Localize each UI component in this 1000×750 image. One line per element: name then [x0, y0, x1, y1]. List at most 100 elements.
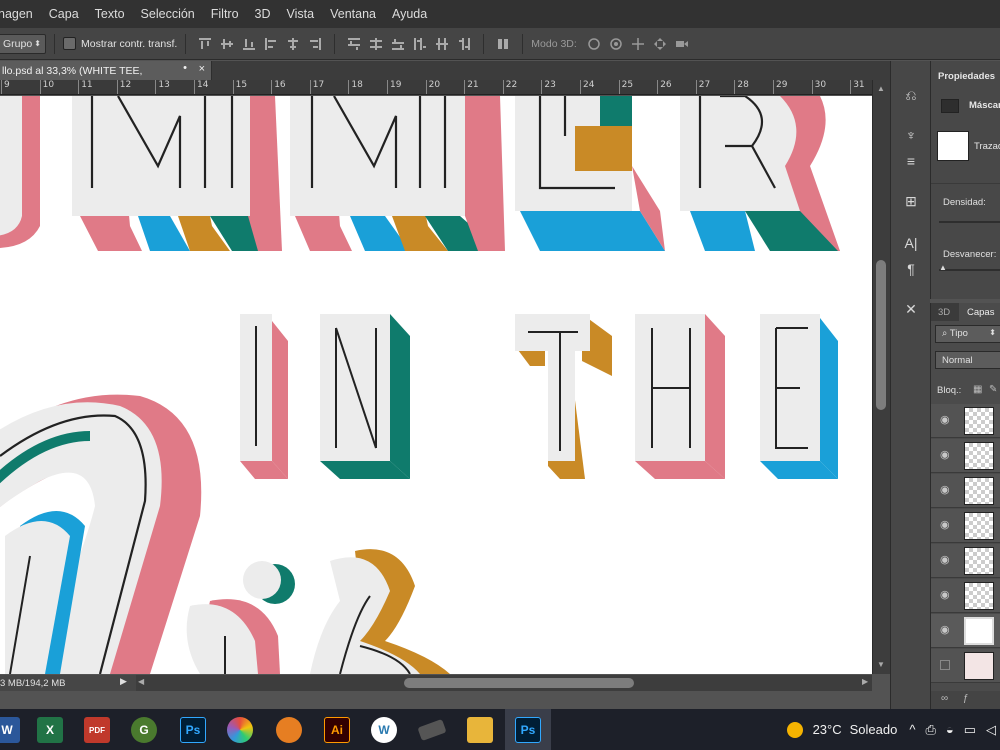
- menu-3d[interactable]: 3D: [247, 7, 279, 21]
- feather-slider[interactable]: [939, 269, 1000, 271]
- scroll-right-icon[interactable]: ▶: [862, 677, 868, 686]
- show-transform-checkbox[interactable]: [63, 37, 76, 50]
- lock-pixels-icon[interactable]: ✎: [989, 384, 997, 395]
- align-left-icon[interactable]: [264, 37, 278, 51]
- weather-label[interactable]: Soleado: [850, 722, 898, 737]
- density-slider[interactable]: [939, 221, 1000, 223]
- layer-row[interactable]: ◉: [931, 509, 1000, 543]
- eye-icon[interactable]: ◉: [940, 485, 952, 496]
- fx-icon[interactable]: ƒ: [963, 693, 969, 704]
- layer-row[interactable]: ◉: [931, 544, 1000, 578]
- menu-imagen[interactable]: nagen: [0, 7, 41, 21]
- layer-row[interactable]: ◉: [931, 474, 1000, 508]
- rotate-3d-icon[interactable]: [587, 37, 601, 51]
- brush-panel-icon[interactable]: ≡: [901, 151, 921, 171]
- excel-app-icon[interactable]: X: [37, 717, 63, 743]
- menu-capa[interactable]: Capa: [41, 7, 87, 21]
- auto-align-icon[interactable]: [496, 37, 510, 51]
- layer-row[interactable]: ◉: [931, 439, 1000, 473]
- link-layers-icon[interactable]: ∞: [941, 693, 948, 704]
- menu-texto[interactable]: Texto: [87, 7, 133, 21]
- distribute-bottom-icon[interactable]: [391, 37, 405, 51]
- lock-transparent-icon[interactable]: ▦: [973, 384, 982, 395]
- eye-icon[interactable]: ◉: [940, 590, 952, 601]
- layer-row[interactable]: ◉: [931, 579, 1000, 613]
- eye-icon[interactable]: ◉: [940, 555, 952, 566]
- align-right-icon[interactable]: [308, 37, 322, 51]
- weather-temp[interactable]: 23°C: [813, 722, 842, 737]
- camera-3d-icon[interactable]: [675, 37, 689, 51]
- character-panel-icon[interactable]: A|: [901, 233, 921, 253]
- scroll-left-icon[interactable]: ◀: [138, 677, 144, 686]
- document-canvas[interactable]: [0, 96, 872, 674]
- letter-u: [0, 96, 40, 248]
- horizontal-ruler[interactable]: 9 10 11 12 13 14 15 16 17 18 19 20 21 22 23 24 25 26 27 28 2…: [0, 80, 872, 95]
- status-bar: 3 MB/194,2 MB ▶: [0, 675, 136, 691]
- menu-ventana[interactable]: Ventana: [322, 7, 384, 21]
- scroll-up-icon[interactable]: ▲: [877, 84, 885, 93]
- vector-mask-thumbnail[interactable]: [937, 131, 969, 161]
- layer-row-selected[interactable]: ◉: [931, 614, 1000, 648]
- distribute-top-icon[interactable]: [347, 37, 361, 51]
- app-icon-gray[interactable]: S: [417, 718, 447, 742]
- tool-presets-icon[interactable]: ✕: [901, 299, 921, 319]
- brush-presets-icon[interactable]: ♆: [901, 125, 921, 145]
- close-icon[interactable]: ×: [199, 63, 205, 75]
- photoshop-app-icon[interactable]: Ps: [180, 717, 206, 743]
- app-icon-w[interactable]: W: [371, 717, 397, 743]
- align-top-icon[interactable]: [198, 37, 212, 51]
- distribute-left-icon[interactable]: [413, 37, 427, 51]
- history-icon[interactable]: ⎌: [901, 85, 921, 105]
- photos-app-icon[interactable]: P: [227, 717, 253, 743]
- wifi-icon[interactable]: ◒: [946, 722, 954, 737]
- layer-row[interactable]: [931, 649, 1000, 683]
- illustrator-app-icon[interactable]: Ai: [324, 717, 350, 743]
- paragraph-panel-icon[interactable]: ¶: [901, 259, 921, 279]
- slide-3d-icon[interactable]: [653, 37, 667, 51]
- eye-icon[interactable]: ◉: [940, 450, 952, 461]
- blend-mode-dropdown[interactable]: Normal: [935, 351, 1000, 369]
- word-app-icon[interactable]: W: [0, 717, 20, 743]
- photoshop-active-icon[interactable]: Ps: [515, 717, 541, 743]
- tab-3d[interactable]: 3D: [938, 307, 950, 318]
- horizontal-scroll-thumb[interactable]: [404, 678, 634, 688]
- distribute-hcenter-icon[interactable]: [435, 37, 449, 51]
- app-icon-orange[interactable]: L: [276, 717, 302, 743]
- visibility-off-box[interactable]: [940, 660, 950, 670]
- distribute-vcenter-icon[interactable]: [369, 37, 383, 51]
- divider: [334, 33, 336, 54]
- menu-filtro[interactable]: Filtro: [203, 7, 247, 21]
- app-icon-green[interactable]: G: [131, 717, 157, 743]
- network-icon[interactable]: ▭: [964, 722, 976, 738]
- vertical-scrollbar[interactable]: ▲ ▼: [872, 80, 890, 674]
- scroll-down-icon[interactable]: ▼: [877, 660, 885, 669]
- pdf-app-icon[interactable]: PDF: [84, 717, 110, 743]
- clone-source-icon[interactable]: ⊞: [901, 191, 921, 211]
- align-bottom-icon[interactable]: [242, 37, 256, 51]
- menu-seleccion[interactable]: Selección: [133, 7, 203, 21]
- speaker-icon[interactable]: ◁: [986, 722, 996, 738]
- layer-row[interactable]: ◉: [931, 404, 1000, 438]
- align-hcenter-icon[interactable]: [286, 37, 300, 51]
- eye-icon[interactable]: ◉: [940, 625, 952, 636]
- chevron-up-icon[interactable]: ^: [909, 722, 915, 737]
- eye-icon[interactable]: ◉: [940, 520, 952, 531]
- tab-strip: [212, 61, 890, 80]
- menu-ayuda[interactable]: Ayuda: [384, 7, 435, 21]
- roll-3d-icon[interactable]: [609, 37, 623, 51]
- status-menu-arrow-icon[interactable]: ▶: [120, 676, 127, 687]
- device-icon[interactable]: ⎙: [925, 722, 935, 738]
- auto-select-dropdown[interactable]: Grupo ⬍: [0, 33, 46, 54]
- horizontal-scrollbar[interactable]: ◀ ▶: [136, 675, 872, 691]
- file-explorer-icon[interactable]: F: [467, 717, 493, 743]
- distribute-right-icon[interactable]: [457, 37, 471, 51]
- pan-3d-icon[interactable]: [631, 37, 645, 51]
- eye-icon[interactable]: ◉: [940, 415, 952, 426]
- kind-filter-dropdown[interactable]: ⌕ Tipo ⬍: [935, 325, 1000, 343]
- align-vcenter-icon[interactable]: [220, 37, 234, 51]
- vertical-scroll-thumb[interactable]: [876, 260, 886, 410]
- tab-layers[interactable]: Capas: [959, 303, 1000, 321]
- slider-thumb-icon[interactable]: ▲: [939, 263, 947, 272]
- menu-vista[interactable]: Vista: [279, 7, 323, 21]
- document-tab[interactable]: llo.psd al 33,3% (WHITE TEE, • ×: [0, 61, 212, 80]
